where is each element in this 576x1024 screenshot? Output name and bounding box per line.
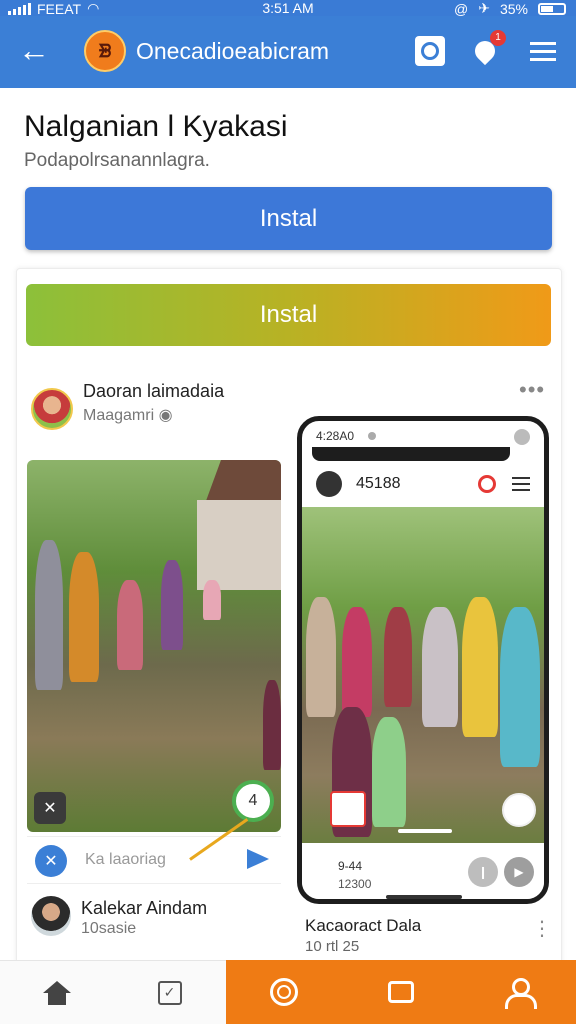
post-photo-left[interactable] [27, 460, 281, 832]
camera-icon[interactable] [415, 36, 445, 66]
poster-subtitle: Maagamri ◉ [83, 407, 173, 424]
phone-footer-line1: 9-44 [338, 859, 363, 873]
page-subtitle: Podapolrsanannlagra. [24, 150, 210, 171]
phone-footer: 9-44 12300 ❙ ▶ [302, 845, 544, 899]
pin-icon[interactable]: ✕ [34, 792, 66, 824]
phone-avatar[interactable] [502, 793, 536, 827]
menu-icon[interactable] [528, 36, 558, 66]
comment-row: ✕ Ka laaoriag [27, 836, 281, 884]
phone-status-bar: 4:28A0 [302, 421, 544, 461]
chat-icon[interactable] [386, 977, 416, 1007]
person-figure [384, 607, 412, 707]
person-figure [69, 552, 99, 682]
person-figure [500, 607, 540, 767]
user-name[interactable]: Kalekar Aindam [81, 898, 207, 919]
checklist-icon[interactable]: ✓ [155, 978, 185, 1008]
profile-icon[interactable] [503, 977, 537, 1009]
battery-icon [538, 2, 566, 15]
user-avatar[interactable] [31, 896, 71, 936]
reaction-badge[interactable]: 4 [232, 780, 274, 822]
phone-play-icon[interactable]: ▶ [504, 857, 534, 887]
person-figure [161, 560, 183, 650]
send-icon[interactable] [247, 849, 269, 869]
phone-time: 4:28A0 [316, 429, 355, 443]
status-time: 3:51 AM [262, 0, 314, 16]
phone-footer-line2: 12300 [338, 877, 372, 891]
person-figure [342, 607, 372, 717]
person-figure [203, 580, 221, 620]
person-figure [422, 607, 458, 727]
back-arrow-icon[interactable]: ← [18, 34, 50, 66]
status-bar: FEEAT ◠ 3:51 AM @ ✈ 35% [0, 0, 576, 17]
phone-record-icon [478, 475, 496, 493]
globe-icon: ◉ [158, 407, 173, 424]
phone-code: 45188 [356, 475, 401, 492]
person-figure [263, 680, 281, 770]
page-title: Nalganian l Kyakasi [24, 110, 288, 143]
phone-status-dot [368, 432, 376, 440]
notification-icon[interactable]: 1 [470, 30, 506, 66]
person-figure [35, 540, 63, 690]
phone-home-indicator [386, 895, 462, 899]
phone-status-icon [514, 429, 530, 445]
app-title: Onecadioeabicram [136, 38, 330, 64]
brand-logo[interactable]: ᗾ [84, 30, 126, 72]
person-figure [306, 597, 336, 717]
poster-name[interactable]: Daoran laimadaia [83, 381, 224, 402]
user-subtitle: 10sasie [81, 920, 137, 937]
home-icon[interactable] [42, 978, 72, 1008]
bluetooth-icon: ✈ [478, 0, 490, 16]
person-figure [117, 580, 143, 670]
comment-input[interactable]: Ka laaoriag [85, 851, 166, 869]
phone-progress-bar[interactable] [398, 829, 452, 833]
target-icon[interactable] [269, 977, 299, 1007]
compose-icon[interactable]: ✕ [35, 845, 67, 877]
install-button-gradient[interactable]: Instal [26, 284, 551, 346]
phone-header: 45188 [302, 465, 544, 505]
house-wall [197, 500, 281, 590]
battery-label: 35% [499, 0, 528, 17]
phone-pause-icon[interactable]: ❙ [468, 857, 498, 887]
caption-subtitle: 10 rtl 25 [305, 938, 360, 955]
person-figure [462, 597, 498, 737]
bottom-nav-right [226, 960, 576, 1024]
phone-logo-icon [316, 471, 342, 497]
phone-menu-icon [512, 477, 530, 491]
poster-avatar[interactable] [31, 388, 73, 430]
bottom-nav: ✓ [0, 960, 576, 1024]
phone-notch [312, 447, 510, 461]
bottom-nav-left: ✓ [0, 960, 226, 1024]
install-button-primary[interactable]: Instal [25, 187, 552, 250]
app-bar: ← ᗾ Onecadioeabicram 1 [0, 16, 576, 88]
alarm-icon: @ [454, 0, 469, 17]
status-right: @ ✈ 35% [454, 0, 566, 17]
more-options-icon[interactable]: ••• [519, 377, 545, 403]
phone-mockup[interactable]: 4:28A0 45188 9-44 12300 ❙ ▶ [297, 416, 549, 904]
phone-thumbnail[interactable] [330, 791, 366, 827]
caption-name[interactable]: Kacaoract Dala [305, 916, 421, 936]
caption-more-icon[interactable]: ⋮ [532, 916, 552, 941]
person-figure [372, 717, 406, 827]
